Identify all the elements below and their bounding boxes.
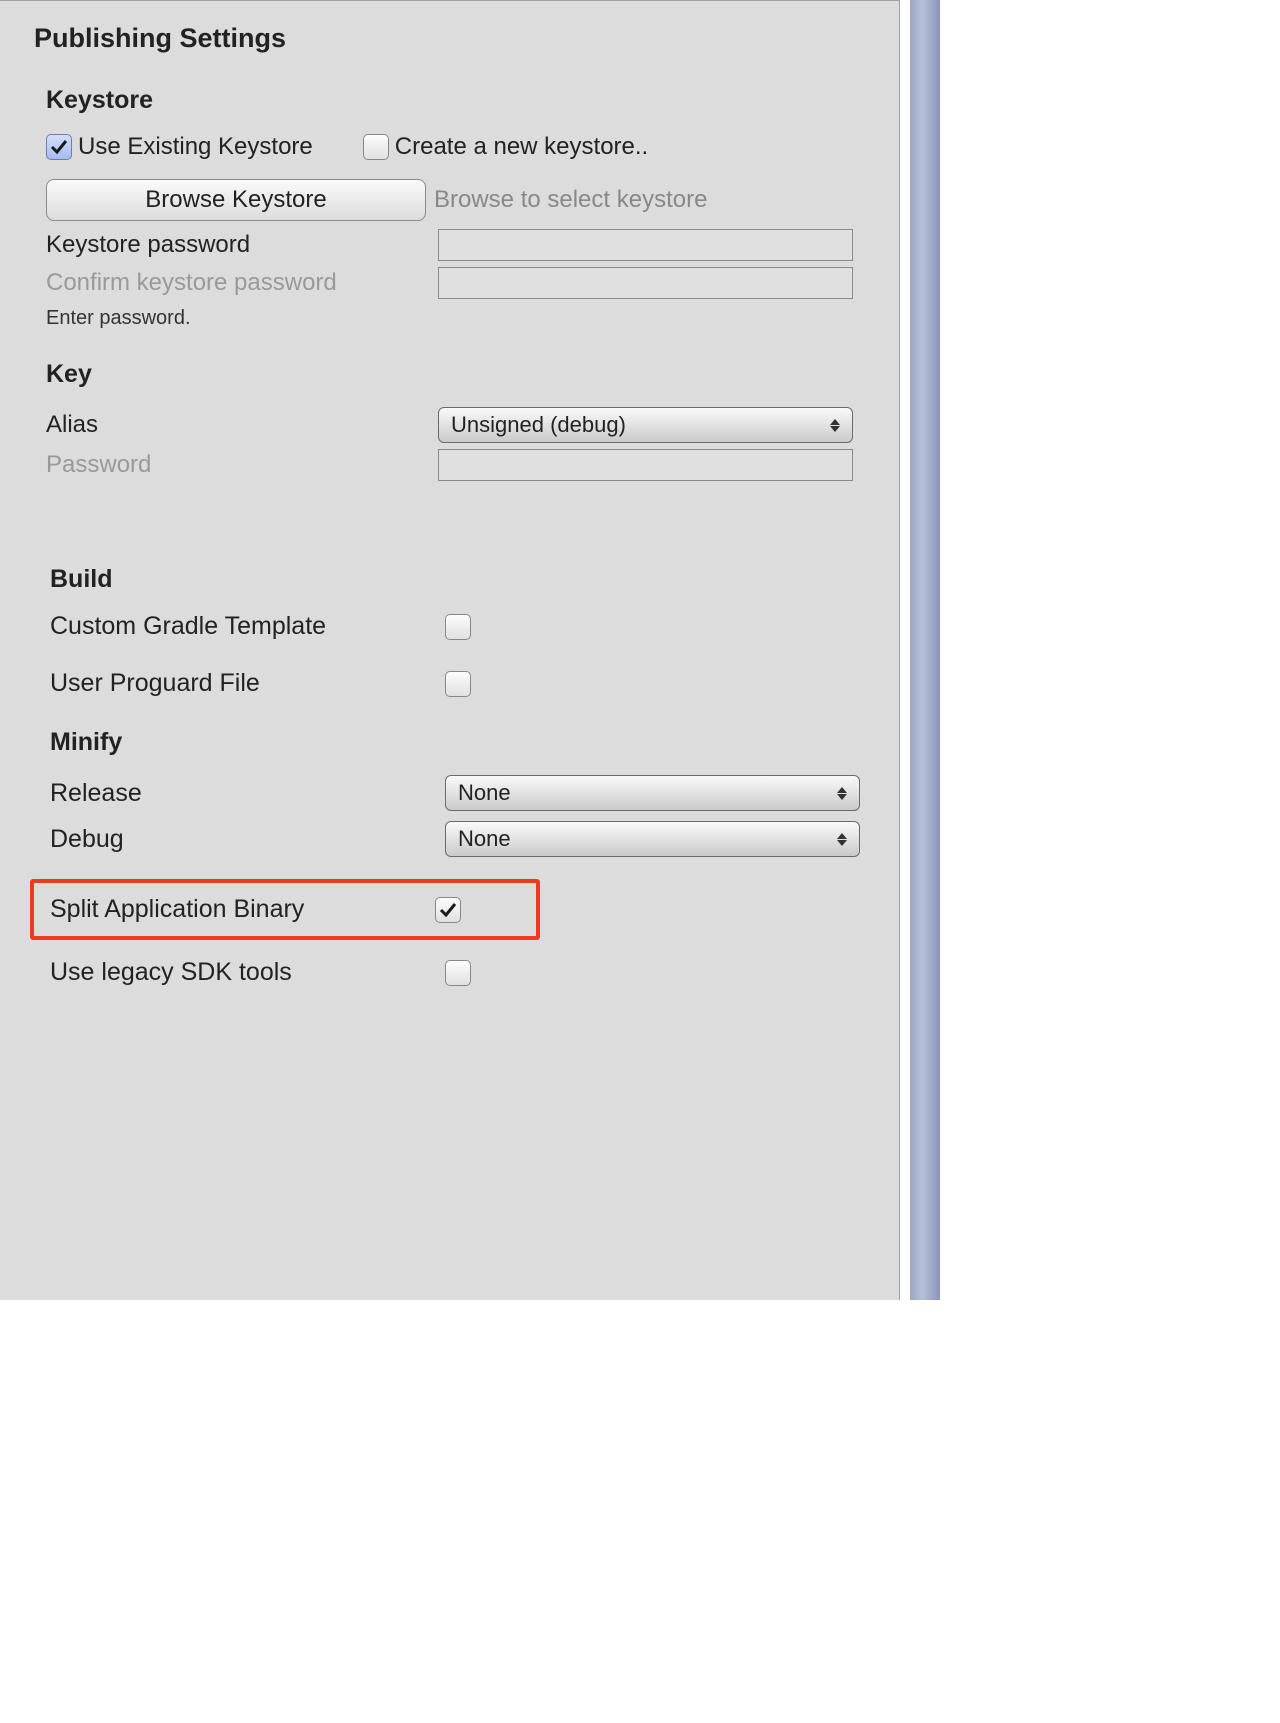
enter-password-hint: Enter password. [46,307,871,330]
custom-gradle-checkbox[interactable] [445,614,471,640]
key-password-label: Password [46,451,438,479]
panel-title: Publishing Settings [34,23,871,54]
updown-arrows-icon [837,833,847,846]
publishing-settings-panel: Publishing Settings Keystore Use Existin… [0,0,900,1300]
alias-dropdown-value: Unsigned (debug) [451,412,626,438]
keystore-password-input[interactable] [438,229,853,261]
alias-label: Alias [46,411,438,439]
legacy-sdk-checkbox[interactable] [445,960,471,986]
browse-keystore-button[interactable]: Browse Keystore [46,179,426,221]
updown-arrows-icon [837,787,847,800]
confirm-keystore-password-row: Confirm keystore password [46,267,871,299]
split-application-binary-checkbox[interactable] [435,897,461,923]
split-application-binary-highlight: Split Application Binary [30,879,540,940]
alias-dropdown[interactable]: Unsigned (debug) [438,407,853,443]
browse-keystore-row: Browse Keystore Browse to select keystor… [46,179,871,221]
minify-debug-value: None [458,826,511,852]
checkmark-icon [438,900,458,920]
browse-keystore-hint: Browse to select keystore [434,186,707,214]
use-existing-keystore-checkbox[interactable] [46,134,72,160]
alias-row: Alias Unsigned (debug) [46,407,871,443]
use-existing-keystore-label: Use Existing Keystore [78,133,313,161]
keystore-mode-row: Use Existing Keystore Create a new keyst… [46,133,871,161]
custom-gradle-label: Custom Gradle Template [50,612,445,641]
minify-release-label: Release [50,779,445,808]
key-password-input[interactable] [438,449,853,481]
keystore-heading: Keystore [46,86,871,115]
legacy-sdk-label: Use legacy SDK tools [50,958,445,987]
minify-debug-label: Debug [50,825,445,854]
minify-release-value: None [458,780,511,806]
create-new-keystore-checkbox[interactable] [363,134,389,160]
create-new-keystore-item: Create a new keystore.. [363,133,648,161]
user-proguard-checkbox[interactable] [445,671,471,697]
custom-gradle-row: Custom Gradle Template [50,612,871,641]
checkmark-icon [49,137,69,157]
minify-release-dropdown[interactable]: None [445,775,860,811]
user-proguard-row: User Proguard File [50,669,871,698]
keystore-password-label: Keystore password [46,231,438,259]
build-heading: Build [50,565,871,594]
updown-arrows-icon [830,419,840,432]
key-password-row: Password [46,449,871,481]
confirm-keystore-password-input[interactable] [438,267,853,299]
legacy-sdk-row: Use legacy SDK tools [50,958,871,987]
minify-debug-dropdown[interactable]: None [445,821,860,857]
minify-heading: Minify [50,728,871,757]
user-proguard-label: User Proguard File [50,669,445,698]
split-application-binary-label: Split Application Binary [50,895,435,924]
keystore-password-row: Keystore password [46,229,871,261]
use-existing-keystore-item: Use Existing Keystore [46,133,313,161]
key-heading: Key [46,360,871,389]
minify-release-row: Release None [50,775,871,811]
minify-debug-row: Debug None [50,821,871,857]
confirm-keystore-password-label: Confirm keystore password [46,269,438,297]
create-new-keystore-label: Create a new keystore.. [395,133,648,161]
right-edge-decoration [910,0,940,1300]
